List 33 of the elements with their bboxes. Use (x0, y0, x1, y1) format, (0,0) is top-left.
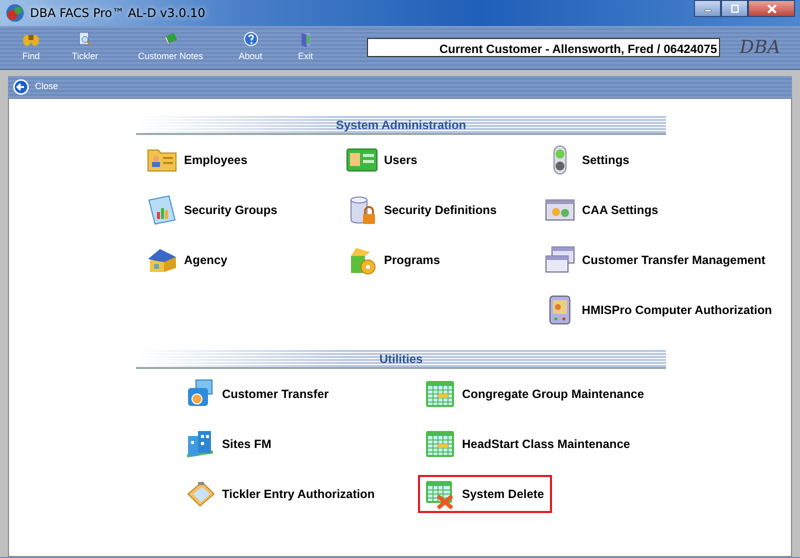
menu-item[interactable]: HeadStart Class Maintenance (418, 419, 658, 469)
menu-item[interactable]: Employees (140, 135, 340, 185)
chart-icon (146, 194, 178, 226)
app-icon (5, 3, 25, 23)
menu-item[interactable]: Customer Transfer Management (538, 235, 778, 285)
minimize-button[interactable] (694, 0, 721, 17)
magnifier-page-icon (76, 31, 94, 48)
section-header: System Administration (136, 115, 666, 135)
menu-item[interactable]: Security Definitions (340, 185, 538, 235)
window-title: DBA FACS Pro™ AL-D v3.0.10 (30, 5, 206, 22)
calendar-grid-icon (424, 428, 456, 460)
help-icon (242, 31, 260, 48)
section-header: Utilities (136, 349, 666, 369)
menu-item[interactable]: Customer Transfer (178, 369, 418, 419)
menu-item[interactable]: Security Groups (140, 185, 340, 235)
maximize-button[interactable] (721, 0, 748, 17)
close-icon (764, 2, 778, 14)
menu-item[interactable]: CAA Settings (538, 185, 778, 235)
building-icon (184, 428, 216, 460)
menu-item[interactable]: System Delete (418, 475, 552, 513)
menu-item[interactable]: Congregate Group Maintenance (418, 369, 658, 419)
menu-item[interactable]: Agency (140, 235, 340, 285)
menu-item[interactable]: HMISPro Computer Authorization (538, 285, 778, 335)
menu-item[interactable]: Tickler Entry Authorization (178, 469, 418, 519)
menu-item[interactable]: Settings (538, 135, 778, 185)
menu-item[interactable]: Programs (340, 235, 538, 285)
menu-item[interactable]: Sites FM (178, 419, 418, 469)
close-window-button[interactable] (748, 0, 795, 17)
calendar-grid-icon (424, 378, 456, 410)
logo: DBA (738, 36, 782, 60)
menu-item[interactable]: Users (340, 135, 538, 185)
current-customer-field: Current Customer - Allensworth, Fred / 06424075 (367, 38, 720, 57)
calendar-delete-icon (424, 478, 456, 510)
